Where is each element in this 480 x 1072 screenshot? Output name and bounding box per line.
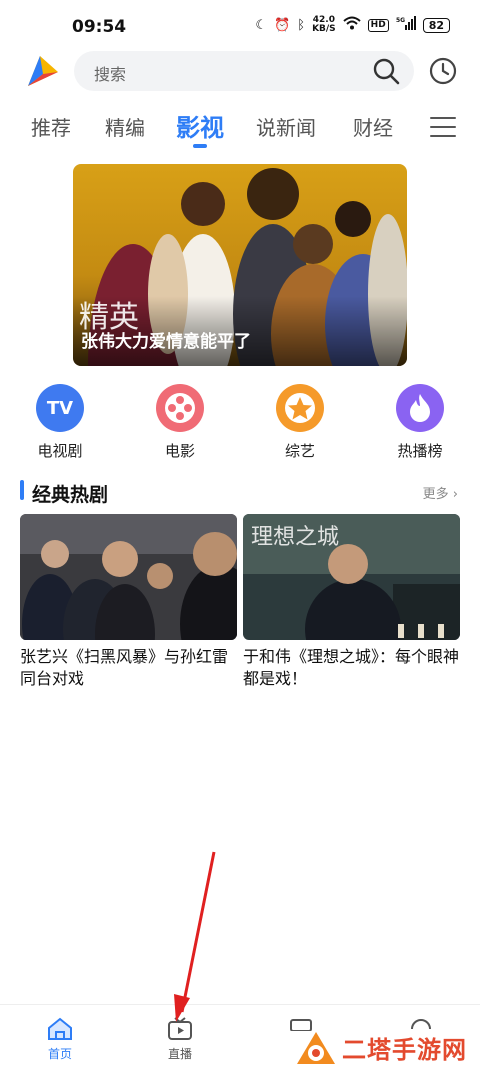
tab-news[interactable]: 说新闻 [256, 112, 316, 141]
site-watermark: 二塔手游网 [296, 1030, 467, 1065]
drama-card[interactable]: 张艺兴《扫黑风暴》与孙红雷同台对戏 [20, 514, 237, 690]
drama-art-title: 理想之城 [251, 525, 339, 550]
app-logo-icon[interactable] [24, 52, 62, 90]
status-bar: 09:54 ☾ ⏰ ᛒ 42.0 KB/S HD 5G 82 [0, 0, 480, 52]
wifi-icon [343, 16, 361, 34]
status-time: 09:54 [72, 17, 127, 37]
category-variety[interactable]: 综艺 [260, 384, 340, 461]
featured-banner[interactable]: 精英 张伟大力爱情意能平了 [73, 164, 407, 366]
category-label: 电影 [164, 442, 195, 460]
bluetooth-icon: ᛒ [297, 17, 306, 33]
banner-caption: 张伟大力爱情意能平了 [81, 332, 251, 352]
category-hot-rank[interactable]: 热播榜 [380, 384, 460, 461]
tab-featured[interactable]: 精编 [105, 112, 145, 141]
moon-icon: ☾ [255, 17, 268, 33]
tab-finance[interactable]: 财经 [353, 112, 393, 141]
app-screen: 09:54 ☾ ⏰ ᛒ 42.0 KB/S HD 5G 82 搜索 推荐 精编 … [0, 0, 480, 1072]
status-icons: ☾ ⏰ ᛒ 42.0 KB/S HD 5G 82 [255, 16, 450, 34]
drama-thumbnail [20, 514, 237, 640]
history-clock-icon[interactable] [428, 56, 458, 86]
category-label: 热播榜 [397, 442, 443, 460]
tab-film-tv[interactable]: 影视 [176, 108, 224, 143]
nav-home[interactable]: 首页 [30, 1017, 90, 1062]
section-accent-bar [20, 480, 24, 500]
flame-icon [396, 384, 444, 432]
nav-live[interactable]: 直播 [150, 1017, 210, 1062]
film-reel-icon [156, 384, 204, 432]
search-bar[interactable]: 搜索 [74, 51, 414, 91]
svg-text:5G: 5G [396, 17, 405, 24]
category-movie[interactable]: 电影 [140, 384, 220, 461]
tab-recommend[interactable]: 推荐 [31, 112, 71, 141]
category-label: 电视剧 [37, 442, 83, 460]
drama-title: 于和伟《理想之城》：每个眼神都是戏！ [243, 647, 460, 688]
category-tv-series[interactable]: TV 电视剧 [20, 384, 100, 461]
category-tabs: 推荐 精编 影视 说新闻 财经 [0, 108, 480, 148]
watermark-logo-icon [297, 1031, 335, 1064]
search-placeholder: 搜索 [94, 65, 127, 84]
network-speed: 42.0 KB/S [312, 15, 336, 34]
tv-icon: TV [36, 384, 84, 432]
menu-icon[interactable] [430, 117, 456, 137]
drama-card[interactable]: 理想之城 于和伟《理想之城》：每个眼神都是戏！ [243, 514, 460, 690]
category-label: 综艺 [284, 442, 315, 460]
nav-profile-icon[interactable] [410, 1017, 432, 1029]
drama-title: 张艺兴《扫黑风暴》与孙红雷同台对戏 [20, 647, 229, 688]
section-title: 经典热剧 [32, 484, 109, 506]
signal-icon: 5G [396, 16, 416, 34]
live-play-icon [168, 1017, 192, 1040]
search-icon[interactable] [372, 57, 400, 85]
hd-badge: HD [367, 18, 389, 32]
battery-indicator: 82 [422, 17, 450, 33]
star-icon [276, 384, 324, 432]
drama-thumbnail: 理想之城 [243, 514, 460, 640]
watermark-text: 二塔手游网 [342, 1036, 467, 1064]
alarm-icon: ⏰ [274, 17, 291, 33]
more-link[interactable]: 更多 › [423, 483, 458, 502]
home-icon [48, 1017, 72, 1040]
active-tab-indicator [193, 144, 207, 148]
